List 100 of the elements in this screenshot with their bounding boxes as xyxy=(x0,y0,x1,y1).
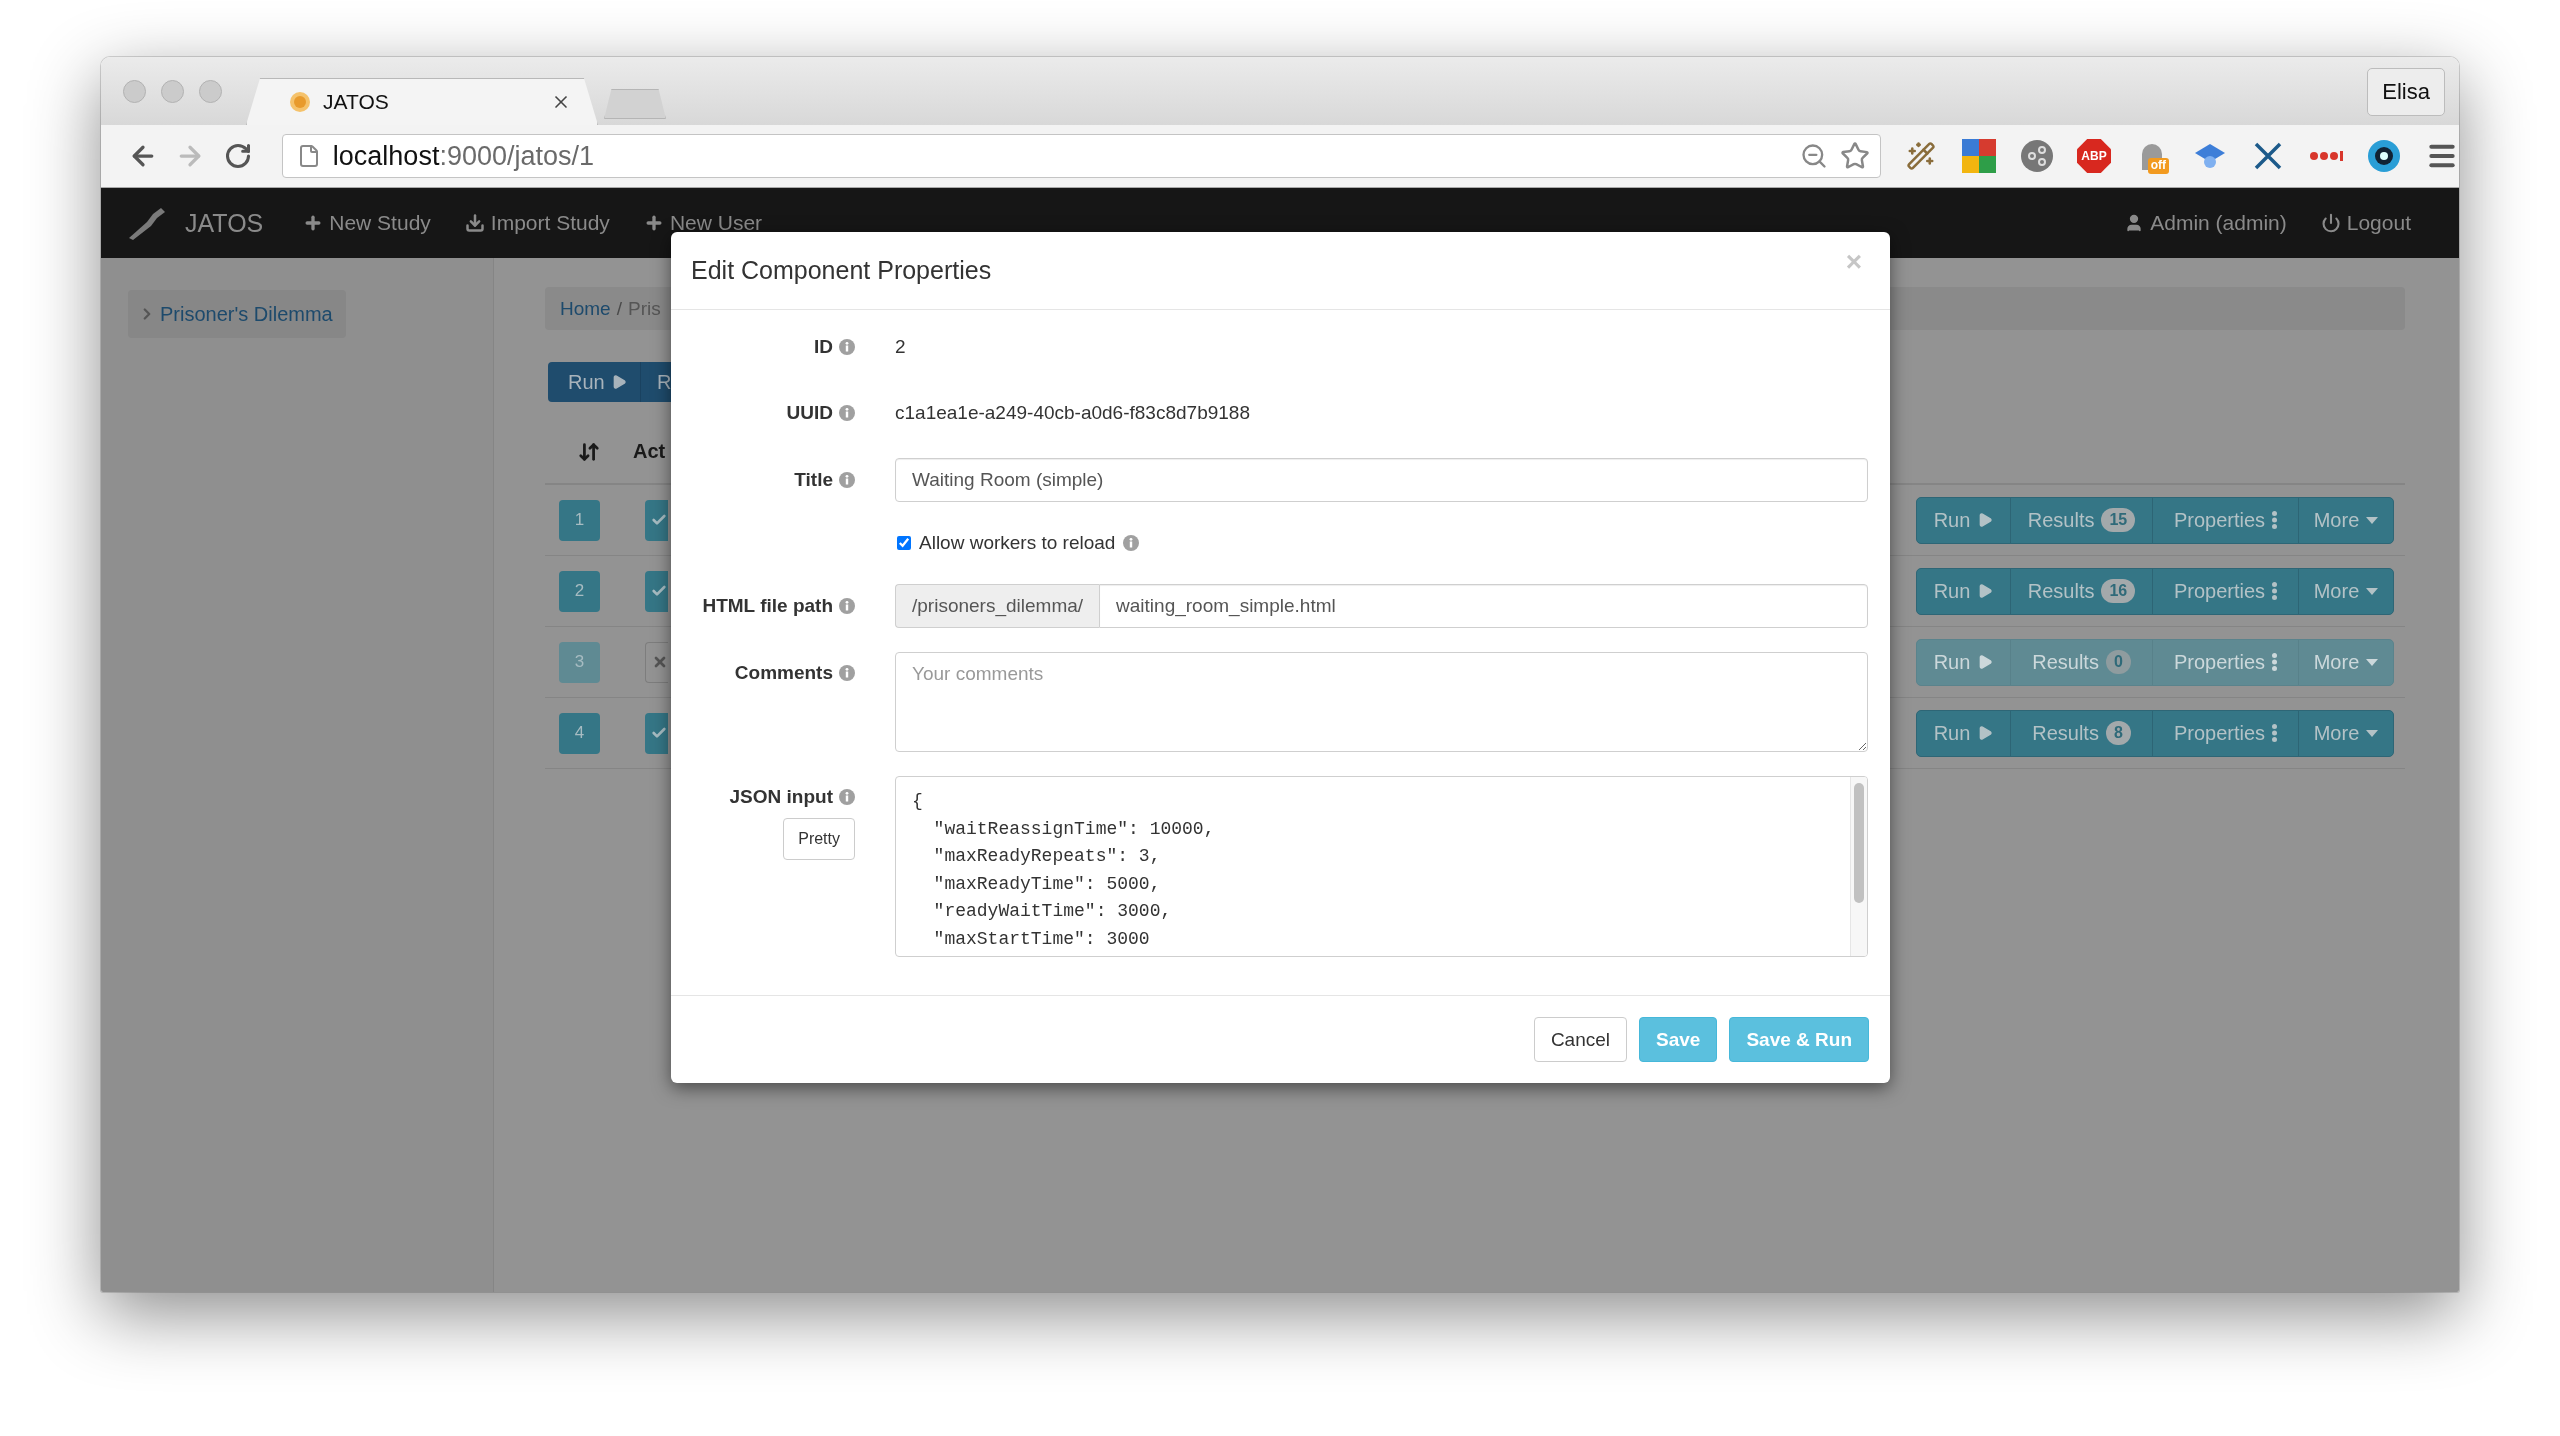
user-link[interactable]: Admin (admin) xyxy=(2124,211,2287,235)
bookmark-star-icon[interactable] xyxy=(1840,141,1870,171)
off-badge: off xyxy=(2147,158,2169,174)
info-icon xyxy=(839,405,855,421)
caret-icon xyxy=(2366,729,2379,737)
dots-icon[interactable] xyxy=(2308,151,2343,161)
power-icon xyxy=(2320,213,2341,233)
field-label: Comments xyxy=(734,662,833,684)
study-toolbar-button[interactable]: R xyxy=(640,362,672,402)
field-label: ID xyxy=(814,336,833,358)
sun-icon xyxy=(289,91,311,113)
field-value: c1a1ea1e-a249-40cb-a0d6-f83c8d7b9188 xyxy=(895,401,1251,425)
play-icon xyxy=(1977,512,1994,528)
vertical-dots-icon xyxy=(2272,582,2278,600)
position-badge[interactable]: 4 xyxy=(559,712,600,754)
graduation-cap-icon[interactable] xyxy=(2193,142,2226,170)
close-button[interactable]: × xyxy=(1837,246,1870,278)
field-label: UUID xyxy=(786,402,833,424)
toggle-active-button[interactable] xyxy=(645,712,668,754)
field-label: HTML file path xyxy=(702,595,833,617)
results-button[interactable]: Results 0 xyxy=(2010,639,2152,685)
address-bar[interactable]: localhost:9000/jatos/1 xyxy=(281,134,1881,178)
more-button[interactable]: More xyxy=(2298,497,2393,543)
logo-icon xyxy=(127,206,167,240)
vertical-dots-icon xyxy=(2272,653,2278,671)
info-icon xyxy=(839,665,855,681)
caret-icon xyxy=(2366,658,2379,666)
properties-button[interactable]: Properties xyxy=(2152,639,2298,685)
more-button[interactable]: More xyxy=(2298,568,2393,614)
vertical-dots-icon xyxy=(2272,511,2278,529)
info-icon xyxy=(839,789,855,805)
vertical-dots-icon xyxy=(2272,724,2278,742)
logout-link[interactable]: Logout xyxy=(2320,211,2411,235)
magic-wand-icon[interactable] xyxy=(1905,141,1936,171)
position-badge[interactable]: 2 xyxy=(559,570,600,612)
run-button[interactable]: Run xyxy=(1917,710,2010,756)
pretty-button[interactable]: Pretty xyxy=(783,818,855,860)
cross-icon[interactable] xyxy=(2252,141,2283,171)
caret-icon xyxy=(2366,587,2379,595)
run-button[interactable]: Run xyxy=(1917,568,2010,614)
nav-link[interactable]: New Study xyxy=(303,211,431,235)
profile-button[interactable]: Elisa xyxy=(2367,68,2445,116)
extension-button[interactable]: off xyxy=(2134,138,2169,174)
download-icon xyxy=(464,213,485,233)
info-icon xyxy=(839,339,855,355)
share-icon[interactable] xyxy=(2020,140,2053,172)
check-icon xyxy=(651,725,667,741)
more-button[interactable]: More xyxy=(2298,639,2393,685)
caret-icon xyxy=(2366,516,2379,524)
field-value: 2 xyxy=(895,335,907,359)
study-toolbar-button[interactable]: Run xyxy=(548,362,640,402)
eye-icon[interactable] xyxy=(2366,139,2401,173)
more-button[interactable]: More xyxy=(2298,710,2393,756)
toggle-active-button[interactable] xyxy=(645,641,668,683)
dialog-button[interactable]: Save & Run xyxy=(1729,1017,1869,1062)
run-button[interactable]: Run xyxy=(1917,639,2010,685)
checkbox-label: Allow workers to reload xyxy=(919,532,1116,554)
play-icon xyxy=(1977,725,1994,741)
adblock-icon[interactable]: ABP xyxy=(2077,139,2111,173)
color-squares-icon[interactable] xyxy=(1961,139,1996,173)
play-icon xyxy=(1977,654,1994,670)
properties-button[interactable]: Properties xyxy=(2152,710,2298,756)
check-icon xyxy=(651,512,667,528)
info-icon xyxy=(839,598,855,614)
zoom-out-icon[interactable] xyxy=(1800,142,1828,170)
comments-field[interactable]: Your comments xyxy=(895,652,1868,752)
position-badge[interactable]: 3 xyxy=(559,641,600,683)
dialog-button[interactable]: Cancel xyxy=(1533,1017,1628,1062)
check-icon xyxy=(651,583,667,599)
file-path-input-field[interactable]: waiting_room_simple.html xyxy=(1099,584,1868,628)
field-label: Title xyxy=(794,469,833,491)
field-label: JSON input xyxy=(729,786,833,808)
run-button[interactable]: Run xyxy=(1917,497,2010,543)
sort-icon[interactable] xyxy=(578,440,600,463)
brand-name[interactable]: JATOS xyxy=(185,208,264,238)
column-header: Act xyxy=(633,440,666,463)
checkbox[interactable] xyxy=(897,536,911,550)
dialog-button[interactable]: Save xyxy=(1639,1017,1718,1062)
properties-button[interactable]: Properties xyxy=(2152,568,2298,614)
x-icon xyxy=(652,654,668,670)
path-prefix: /prisoners_dilemma/ xyxy=(895,584,1100,628)
nav-link[interactable]: Import Study xyxy=(464,211,610,235)
info-icon xyxy=(839,472,855,488)
toggle-active-button[interactable] xyxy=(645,499,668,541)
play-icon xyxy=(1977,583,1994,599)
results-button[interactable]: Results 15 xyxy=(2010,497,2152,543)
results-button[interactable]: Results 16 xyxy=(2010,568,2152,614)
dialog-title: Edit Component Properties xyxy=(691,256,993,285)
title-input-field[interactable]: Waiting Room (simple) xyxy=(895,458,1868,502)
reload-icon[interactable] xyxy=(224,142,252,170)
nav-link[interactable]: New User xyxy=(643,211,763,235)
toggle-active-button[interactable] xyxy=(645,570,668,612)
breadcrumb-separator: / xyxy=(615,297,623,320)
properties-button[interactable]: Properties xyxy=(2152,497,2298,543)
breadcrumb-link[interactable]: Home xyxy=(560,297,611,320)
results-button[interactable]: Results 8 xyxy=(2010,710,2152,756)
position-badge[interactable]: 1 xyxy=(559,499,600,541)
sidebar-item[interactable]: Prisoner's Dilemma xyxy=(128,290,346,338)
browser-tab[interactable]: JATOS xyxy=(246,78,598,125)
info-icon xyxy=(1123,535,1140,551)
